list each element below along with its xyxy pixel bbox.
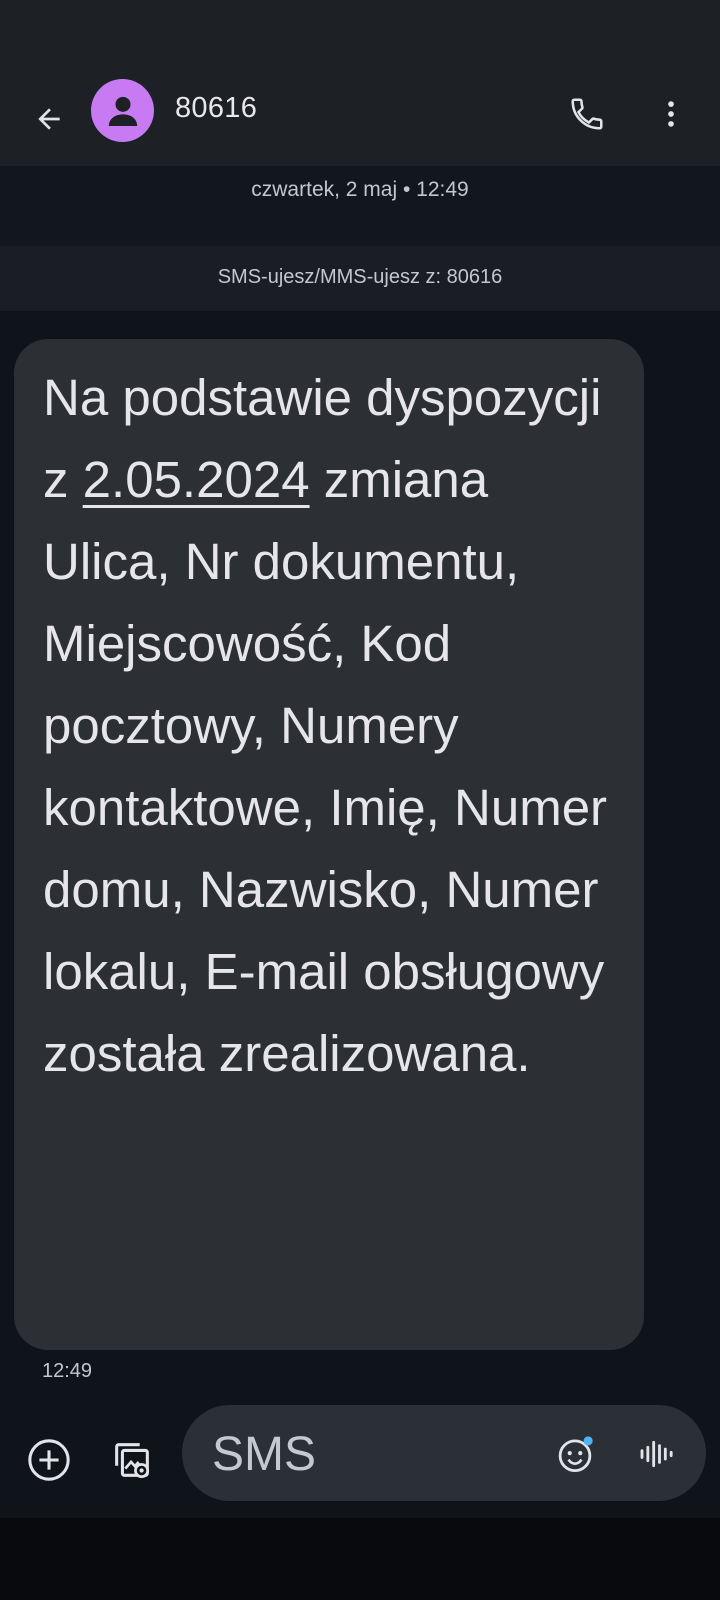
call-button[interactable]	[560, 87, 614, 141]
date-separator-text: czwartek, 2 maj • 12:49	[251, 178, 469, 201]
contact-name[interactable]: 80616	[175, 92, 257, 125]
message-date-link[interactable]: 2.05.2024	[83, 451, 310, 508]
date-separator: czwartek, 2 maj • 12:49	[0, 166, 720, 246]
message-text-end: zmiana Ulica, Nr dokumentu, Miejscowość,…	[43, 451, 608, 1082]
person-icon	[108, 96, 137, 126]
app-bar: 80616	[0, 62, 720, 166]
add-circle-icon	[28, 1439, 70, 1481]
navigation-bar	[0, 1518, 720, 1600]
gallery-icon	[115, 1443, 150, 1479]
message-input-container[interactable]	[182, 1405, 706, 1501]
message-text: Na podstawie dyspozycji z 2.05.2024 zmia…	[43, 357, 618, 1095]
phone-icon	[571, 98, 603, 130]
more-vert-icon	[668, 101, 674, 127]
sms-banner-text: SMS-ujesz/MMS-ujesz z: 80616	[217, 266, 503, 288]
compose-bar	[0, 1400, 720, 1518]
message-bubble[interactable]: Na podstawie dyspozycji z 2.05.2024 zmia…	[14, 339, 644, 1350]
gallery-button[interactable]	[106, 1435, 158, 1485]
emoji-button[interactable]	[552, 1431, 598, 1477]
add-attachment-button[interactable]	[24, 1435, 74, 1485]
message-timestamp: 12:49	[42, 1360, 93, 1382]
voice-message-button[interactable]	[634, 1431, 680, 1477]
sms-banner: SMS-ujesz/MMS-ujesz z: 80616	[0, 246, 720, 311]
status-bar	[0, 0, 720, 62]
more-options-button[interactable]	[644, 87, 698, 141]
arrow-back-icon	[38, 108, 60, 130]
voice-wave-icon	[640, 1440, 673, 1468]
avatar[interactable]	[91, 79, 154, 142]
back-button[interactable]	[22, 92, 76, 146]
emoji-icon	[558, 1436, 593, 1473]
message-input[interactable]	[210, 1425, 514, 1483]
